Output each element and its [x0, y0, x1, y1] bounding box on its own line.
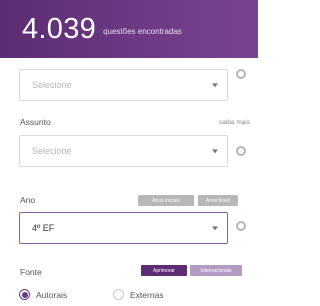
radio-autorais-label: Autorais	[36, 289, 68, 300]
chevron-down-icon	[212, 149, 218, 154]
chevron-down-icon	[212, 83, 218, 88]
gear-icon[interactable]	[236, 146, 246, 156]
radio-dot[interactable]	[113, 289, 124, 300]
radio-autorais[interactable]: Autorais	[19, 289, 67, 300]
gear-icon[interactable]	[236, 221, 246, 231]
first-select-value: Selecione	[32, 80, 72, 90]
radio-externas[interactable]: Externas	[113, 289, 164, 300]
results-count-label: questões encontradas	[103, 26, 182, 36]
assunto-select[interactable]: Selecione	[19, 135, 228, 167]
fonte-chip-aprimorar[interactable]: Aprimorar	[141, 265, 187, 276]
assunto-select-value: Selecione	[32, 146, 72, 156]
radio-externas-label: Externas	[130, 289, 164, 300]
assunto-label: Assunto	[20, 117, 51, 127]
ano-chip-anos-iniciais[interactable]: Anos iniciais	[138, 195, 194, 206]
ano-select-value: 4º EF	[32, 223, 55, 233]
ano-label: Ano	[20, 195, 36, 205]
fonte-label: Fonte	[20, 267, 42, 277]
results-count: 4.039	[22, 12, 97, 45]
chevron-down-icon	[212, 226, 218, 231]
radio-dot-checked[interactable]	[19, 289, 30, 300]
fonte-chip-internacionais[interactable]: Internacionais	[190, 265, 242, 276]
ano-chip-anos-finais[interactable]: Anos finais	[198, 195, 238, 206]
ano-select[interactable]: 4º EF	[19, 212, 228, 244]
results-header: 4.039 questões encontradas	[0, 0, 258, 58]
filter-panel: 4.039 questões encontradas Selecione Ass…	[0, 0, 258, 306]
first-select[interactable]: Selecione	[19, 69, 228, 101]
gear-icon[interactable]	[236, 69, 246, 79]
assunto-info-link[interactable]: saiba mais	[219, 119, 250, 126]
